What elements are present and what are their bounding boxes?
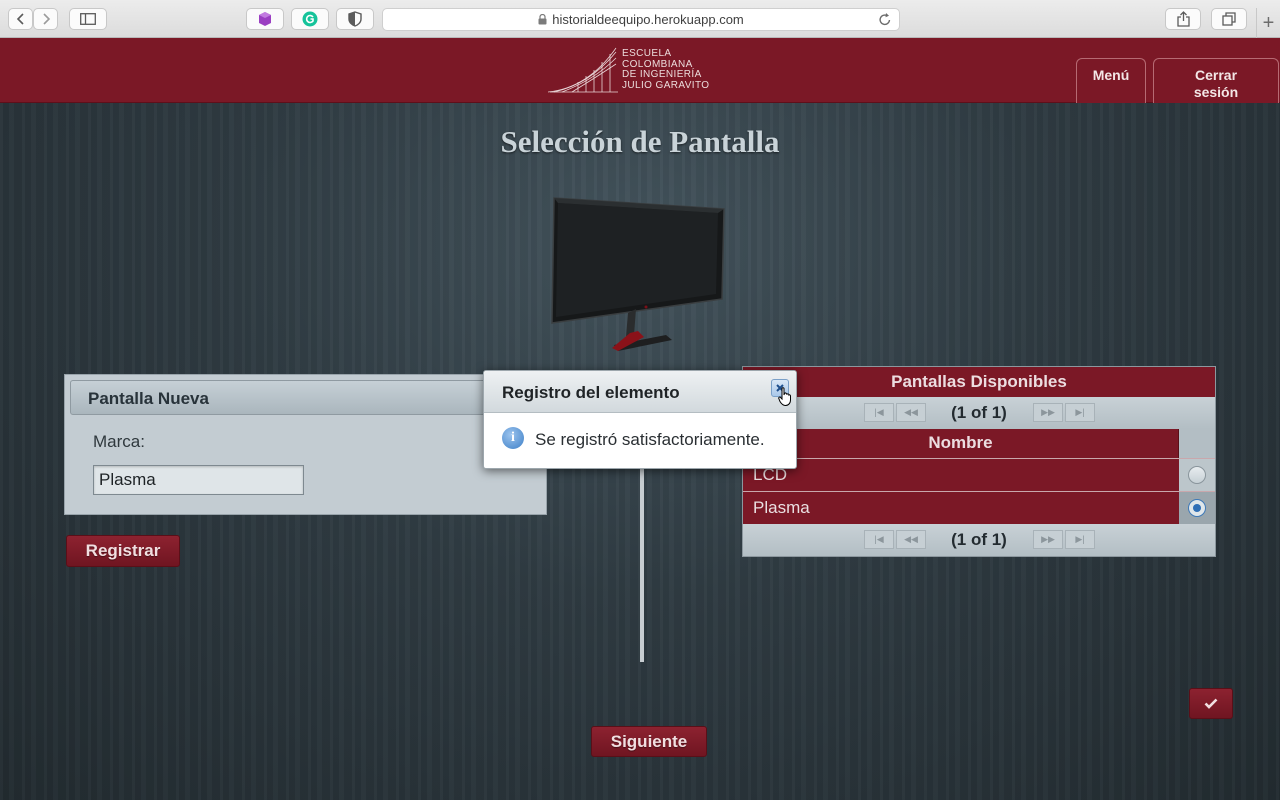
logo-emblem-icon — [547, 47, 618, 93]
register-button[interactable]: Registrar — [66, 535, 180, 567]
logout-label-line2: sesión — [1193, 84, 1239, 100]
next-button[interactable]: Siguiente — [591, 726, 707, 757]
grammarly-icon — [302, 11, 318, 27]
new-tab-button[interactable]: + — [1256, 8, 1280, 38]
grammarly-button[interactable] — [291, 8, 329, 30]
page-report: (1 of 1) — [951, 403, 1007, 422]
sidebar-button[interactable] — [69, 8, 107, 30]
page-title: Selección de Pantalla — [500, 124, 780, 159]
new-screen-title: Pantalla Nueva — [88, 389, 209, 408]
share-icon — [1176, 11, 1190, 27]
reload-icon[interactable] — [878, 12, 892, 27]
shield-icon — [348, 11, 362, 27]
logout-button[interactable]: Cerrar sesión — [1153, 58, 1279, 104]
available-screens-table: Pantallas Disponibles |◀ ◀◀ (1 of 1) ▶▶ … — [742, 366, 1216, 557]
registration-dialog: Registro del elemento i Se registró sati… — [483, 370, 797, 469]
new-screen-panel: Pantalla Nueva Marca: — [64, 374, 547, 515]
row-name: Plasma — [743, 492, 1179, 524]
row-name: LCD — [743, 459, 1179, 491]
last-page-icon[interactable]: ▶| — [1065, 530, 1095, 549]
tabs-overview-button[interactable] — [1211, 8, 1247, 30]
paginator-top: |◀ ◀◀ (1 of 1) ▶▶ ▶| — [743, 397, 1215, 429]
menu-button[interactable]: Menú — [1076, 58, 1146, 104]
extension-button[interactable] — [246, 8, 284, 30]
site-header: Escuela Colombiana de Ingeniería Julio G… — [0, 38, 1280, 104]
back-button[interactable] — [8, 8, 33, 30]
dialog-message: Se registró satisfactoriamente. — [535, 430, 765, 449]
next-page-icon[interactable]: ▶▶ — [1033, 403, 1063, 422]
page-report: (1 of 1) — [951, 530, 1007, 549]
privacy-button[interactable] — [336, 8, 374, 30]
available-screens-title: Pantallas Disponibles — [743, 367, 1215, 397]
hand-cursor-icon — [778, 387, 791, 407]
cube-extension-icon — [259, 12, 271, 26]
url-text: historialdeequipo.herokuapp.com — [552, 12, 744, 27]
column-header-select — [1179, 429, 1215, 458]
table-row[interactable]: LCD — [743, 458, 1215, 491]
logout-label-line1: Cerrar — [1194, 67, 1238, 83]
radio-button-selected[interactable] — [1188, 499, 1206, 517]
info-icon: i — [502, 427, 524, 449]
chevron-right-icon — [42, 13, 50, 25]
new-screen-panel-header: Pantalla Nueva — [70, 380, 541, 415]
logo-text: Escuela Colombiana de Ingeniería Julio G… — [622, 48, 710, 91]
row-select-cell[interactable] — [1179, 492, 1215, 524]
sidebar-icon — [80, 13, 96, 25]
last-page-icon[interactable]: ▶| — [1065, 403, 1095, 422]
confirm-button[interactable] — [1189, 688, 1233, 719]
monitor-image — [551, 197, 725, 351]
tabs-icon — [1222, 12, 1236, 26]
row-select-cell[interactable] — [1179, 459, 1215, 491]
column-header-name[interactable]: Nombre — [743, 429, 1179, 458]
share-button[interactable] — [1165, 8, 1201, 30]
dialog-title: Registro del elemento — [502, 383, 680, 402]
dialog-header: Registro del elemento — [484, 371, 796, 413]
table-row[interactable]: Plasma — [743, 491, 1215, 524]
university-logo[interactable]: Escuela Colombiana de Ingeniería Julio G… — [547, 44, 728, 96]
address-bar[interactable]: historialdeequipo.herokuapp.com — [382, 8, 900, 31]
browser-toolbar: historialdeequipo.herokuapp.com + — [0, 0, 1280, 38]
vertical-divider — [640, 468, 644, 662]
radio-button[interactable] — [1188, 466, 1206, 484]
lock-icon — [538, 14, 547, 25]
paginator-bottom: |◀ ◀◀ (1 of 1) ▶▶ ▶| — [743, 524, 1215, 556]
check-icon — [1204, 698, 1218, 709]
brand-input[interactable] — [93, 465, 304, 495]
next-page-icon[interactable]: ▶▶ — [1033, 530, 1063, 549]
chevron-left-icon — [16, 13, 24, 25]
forward-button[interactable] — [33, 8, 58, 30]
brand-label: Marca: — [93, 432, 145, 451]
